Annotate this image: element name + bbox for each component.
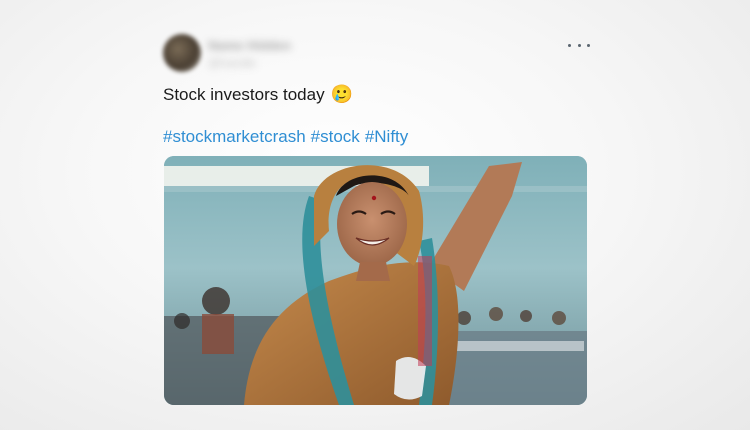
avatar[interactable]	[163, 34, 201, 72]
tweet-media-image[interactable]	[164, 156, 587, 405]
tweet-author[interactable]: Name Hidden @handle	[208, 38, 291, 70]
smiling-tear-emoji-icon: 🥲	[330, 84, 353, 104]
more-horizontal-icon	[568, 43, 571, 47]
media-photo	[164, 156, 587, 405]
more-options-button[interactable]	[568, 36, 590, 54]
more-horizontal-icon-dot	[577, 43, 581, 47]
hashtag-list: #stockmarketcrash #stock #Nifty	[163, 127, 408, 147]
tweet-text-content: Stock investors today	[163, 84, 325, 104]
tweet-card: Name Hidden @handle Stock investors toda…	[0, 0, 750, 430]
tweet-text: Stock investors today 🥲	[163, 84, 353, 105]
author-display-name[interactable]: Name Hidden	[208, 38, 291, 53]
more-horizontal-icon-dot	[587, 43, 590, 47]
hashtag-stock[interactable]: #stock	[311, 127, 360, 147]
hashtag-nifty[interactable]: #Nifty	[365, 127, 408, 147]
hashtag-stockmarketcrash[interactable]: #stockmarketcrash	[163, 127, 306, 147]
author-handle: @handle	[208, 56, 257, 70]
